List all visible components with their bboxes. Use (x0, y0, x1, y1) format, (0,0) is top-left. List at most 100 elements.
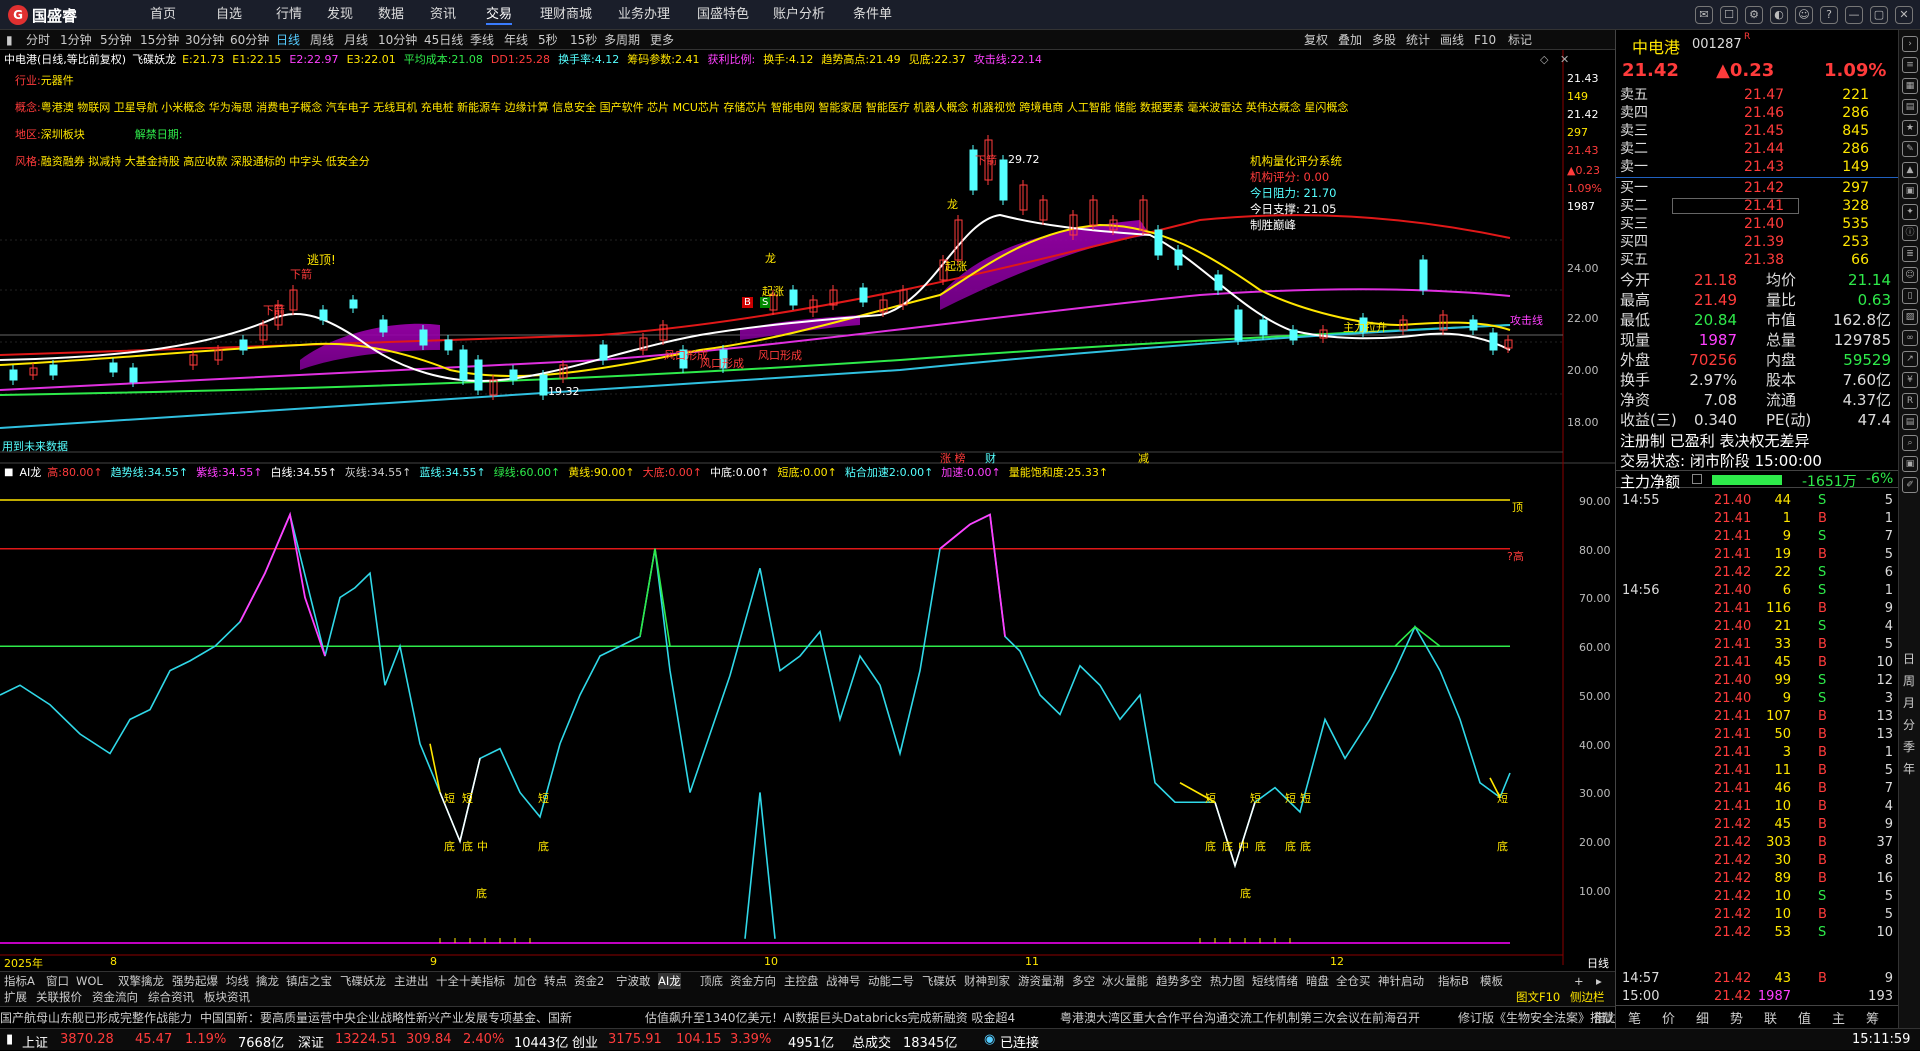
indicator-tab-33[interactable]: 模板 (1480, 973, 1503, 989)
indicator-tab-1[interactable]: 窗口 (46, 973, 69, 989)
indicator-name[interactable]: 飞碟妖龙 (132, 52, 176, 68)
chart-icon[interactable]: ▤ (1902, 99, 1918, 115)
bottom-tab-1[interactable]: 关联报价 (36, 989, 82, 1005)
timeframe-11[interactable]: 季线 (470, 32, 494, 48)
bottom-tab-4[interactable]: 板块资讯 (204, 989, 250, 1005)
calc-icon[interactable]: ▣ (1902, 183, 1918, 199)
user-icon[interactable]: ☺ (1902, 267, 1918, 283)
toolbar-5[interactable]: F10 (1474, 32, 1496, 48)
indicator-tab-21[interactable]: 飞碟妖 (922, 973, 957, 989)
indicator-tab-31[interactable]: 神针启动 (1378, 973, 1424, 989)
toolbar-2[interactable]: 多股 (1372, 32, 1396, 48)
indicator-tab-28[interactable]: 短线情绪 (1252, 973, 1298, 989)
indicator-tab-29[interactable]: 暗盘 (1306, 973, 1329, 989)
indicator-tab-32[interactable]: 指标B (1438, 973, 1469, 989)
timeframe-12[interactable]: 年线 (504, 32, 528, 48)
minimize-icon[interactable]: — (1845, 6, 1863, 24)
indicator-tab-12[interactable]: 转点 (544, 973, 567, 989)
sz-label[interactable]: 深证 (298, 1032, 324, 1051)
collapse-icon[interactable]: ■ (4, 465, 13, 481)
news-item[interactable]: 粤港澳大湾区重大合作平台沟通交流工作机制第三次会议在前海召开 (1060, 1009, 1420, 1026)
toolbar-0[interactable]: 复权 (1304, 32, 1328, 48)
menu-item-3[interactable]: 发现 (327, 5, 353, 25)
orderbook-buy-row[interactable]: 买三 21.40 535 (1616, 215, 1899, 233)
indicator-tab-22[interactable]: 财神到家 (964, 973, 1010, 989)
help-icon[interactable]: ? (1820, 6, 1838, 24)
app-logo[interactable]: G 国盛睿 (8, 4, 77, 26)
bottom-tab-0[interactable]: 扩展 (4, 989, 27, 1005)
toolbar-6[interactable]: 标记 (1508, 32, 1532, 48)
indicator-tab-19[interactable]: 战神号 (826, 973, 861, 989)
grid-icon[interactable]: ▦ (1902, 78, 1918, 94)
quote-tab-5[interactable]: 值 (1798, 1008, 1811, 1027)
note-icon[interactable]: ✎ (1902, 141, 1918, 157)
indicator-tab-25[interactable]: 冰火量能 (1102, 973, 1148, 989)
chevron-right-icon[interactable]: › (1902, 36, 1918, 52)
link-icon[interactable]: ∞ (1902, 330, 1918, 346)
menu-item-11[interactable]: 条件单 (853, 5, 892, 25)
bell-icon[interactable]: ▲ (1902, 162, 1918, 178)
sh-label[interactable]: 上证 (22, 1032, 48, 1051)
toolbar-4[interactable]: 画线 (1440, 32, 1464, 48)
orderbook-sell-row[interactable]: 卖五 21.47 221 (1616, 86, 1899, 104)
timeframe-13[interactable]: 5秒 (538, 32, 558, 48)
cy-label[interactable]: 创业 (572, 1032, 598, 1051)
timeframe-4[interactable]: 30分钟 (185, 32, 224, 48)
orderbook-sell-row[interactable]: 卖四 21.46 286 (1616, 104, 1899, 122)
chart-area[interactable] (0, 50, 1615, 971)
timeframe-10[interactable]: 45日线 (424, 32, 463, 48)
tool-icon[interactable]: ✦ (1902, 204, 1918, 220)
orderbook-sell-row[interactable]: 卖二 21.44 286 (1616, 140, 1899, 158)
info-icon[interactable]: ⓘ (1902, 225, 1918, 241)
period-4[interactable]: 季 (1903, 738, 1915, 755)
chart-settings-icon[interactable]: ◇ (1540, 53, 1548, 66)
rsi-icon[interactable]: R (1902, 393, 1918, 409)
menu-item-1[interactable]: 自选 (216, 5, 242, 25)
fund-icon[interactable]: ¥ (1902, 372, 1918, 388)
menu-item-10[interactable]: 账户分析 (773, 5, 825, 25)
indicator-tab-24[interactable]: 多空 (1072, 973, 1095, 989)
menu-item-9[interactable]: 国盛特色 (697, 5, 749, 25)
lock-icon[interactable]: ▣ (1902, 456, 1918, 472)
indicator-tab-20[interactable]: 动能二号 (868, 973, 914, 989)
timeframe-16[interactable]: 更多 (650, 32, 674, 48)
timeframe-1[interactable]: 1分钟 (60, 32, 92, 48)
timeframe-2[interactable]: 5分钟 (100, 32, 132, 48)
period-0[interactable]: 日 (1903, 650, 1915, 667)
indicator-tab-4[interactable]: 强势起爆 (172, 973, 218, 989)
timeframe-6[interactable]: 日线 (276, 32, 300, 48)
indicator-tab-5[interactable]: 均线 (226, 973, 249, 989)
rank-icon[interactable]: ≣ (1902, 246, 1918, 262)
orderbook-buy-row[interactable]: 买四 21.39 253 (1616, 233, 1899, 251)
indicator-tab-0[interactable]: 指标A (4, 973, 35, 989)
orderbook-sell-row[interactable]: 卖一 21.43 149 (1616, 158, 1899, 176)
toolbar-1[interactable]: 叠加 (1338, 32, 1362, 48)
message2-icon[interactable]: ☐ (1720, 6, 1738, 24)
maximize-icon[interactable]: ▢ (1870, 6, 1888, 24)
edit-icon[interactable]: ✐ (1902, 477, 1918, 493)
indicator-tab-30[interactable]: 全仓买 (1336, 973, 1371, 989)
period-3[interactable]: 分 (1903, 716, 1915, 733)
message-icon[interactable]: ✉ (1695, 6, 1713, 24)
bottom-right-tab-0[interactable]: 图文F10 (1516, 989, 1560, 1005)
close-icon[interactable]: ✕ (1895, 6, 1913, 24)
timeframe-7[interactable]: 周线 (310, 32, 334, 48)
menu-item-6[interactable]: 交易 (486, 5, 513, 25)
news-item[interactable]: 国产航母山东舰已形成完整作战能力 (0, 1009, 192, 1026)
orderbook-buy-row[interactable]: 买二 21.41 328 (1616, 197, 1899, 215)
menu-item-7[interactable]: 理财商城 (540, 5, 592, 25)
orderbook-buy-row[interactable]: 买五 21.38 66 (1616, 251, 1899, 269)
menu-item-4[interactable]: 数据 (378, 5, 404, 25)
period-1[interactable]: 周 (1903, 672, 1915, 689)
list-icon[interactable]: ≡ (1902, 57, 1918, 73)
indicator-tab-18[interactable]: 主控盘 (784, 973, 819, 989)
quote-tab-3[interactable]: 势 (1730, 1008, 1743, 1027)
indicator-tab-2[interactable]: WOL (76, 973, 103, 989)
skin-icon[interactable]: ◐ (1770, 6, 1788, 24)
toolbar-3[interactable]: 统计 (1406, 32, 1430, 48)
news-icon[interactable]: ▤ (1902, 414, 1918, 430)
indicator-tab-13[interactable]: 资金2 (574, 973, 604, 989)
menu-item-0[interactable]: 首页 (150, 5, 176, 25)
indicator-tab-6[interactable]: 擒龙 (256, 973, 279, 989)
quote-tab-4[interactable]: 联 (1764, 1008, 1777, 1027)
